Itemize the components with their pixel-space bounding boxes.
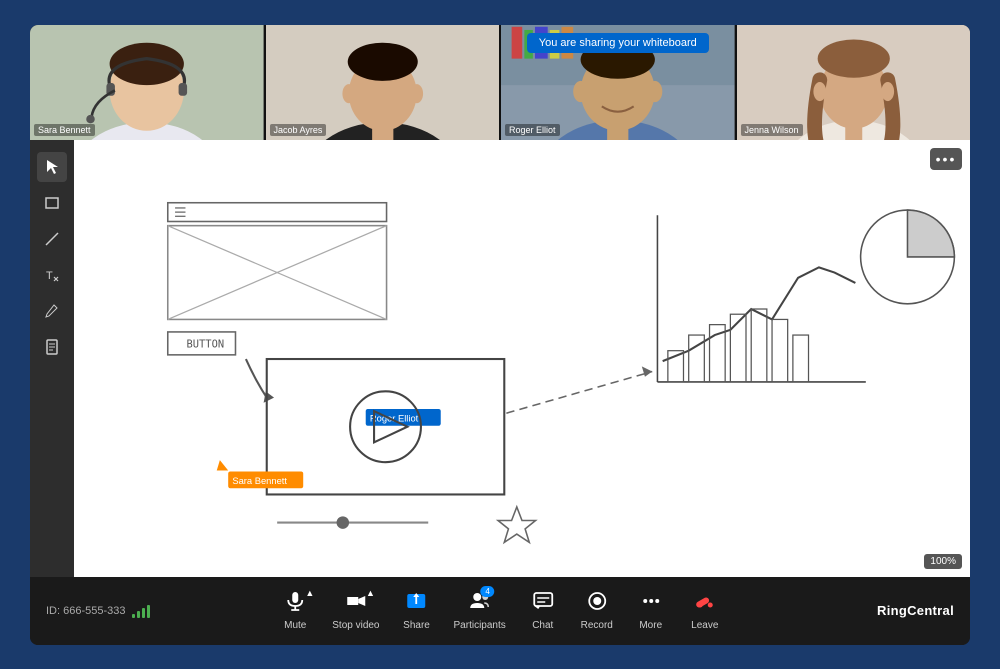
tool-pen[interactable] bbox=[37, 296, 67, 326]
main-window: Sara Bennett Jacob Ayres bbox=[30, 25, 970, 645]
leave-icon bbox=[694, 590, 716, 618]
signal-bar-2 bbox=[137, 611, 140, 618]
participants-badge: 4 bbox=[481, 586, 495, 597]
svg-text:BUTTON: BUTTON bbox=[187, 338, 225, 350]
whiteboard-canvas[interactable]: BUTTON Roger Elliot Sara Bennett bbox=[74, 140, 970, 577]
stop-video-icon: ▲ bbox=[345, 590, 367, 618]
tool-rectangle[interactable] bbox=[37, 188, 67, 218]
ringcentral-logo: RingCentral bbox=[877, 603, 954, 618]
chat-icon bbox=[532, 590, 554, 618]
participant-name-roger: Roger Elliot bbox=[505, 124, 560, 136]
participant-tile-roger[interactable]: You are sharing your whiteboard Roger El… bbox=[501, 25, 735, 140]
participant-face-jenna bbox=[737, 25, 971, 140]
chat-button[interactable]: Chat bbox=[518, 586, 568, 635]
sharing-banner: You are sharing your whiteboard bbox=[527, 33, 709, 53]
stop-video-label: Stop video bbox=[332, 620, 379, 631]
zoom-indicator: 100% bbox=[924, 554, 962, 569]
tool-select[interactable] bbox=[37, 152, 67, 182]
tool-line[interactable] bbox=[37, 224, 67, 254]
share-icon bbox=[406, 590, 428, 618]
meeting-controls: ▲ Mute ▲ Stop video bbox=[270, 586, 730, 635]
tool-document[interactable] bbox=[37, 332, 67, 362]
participants-label: Participants bbox=[454, 620, 506, 631]
stop-video-button[interactable]: ▲ Stop video bbox=[324, 586, 387, 635]
participant-name-sara: Sara Bennett bbox=[34, 124, 95, 136]
mute-button[interactable]: ▲ Mute bbox=[270, 586, 320, 635]
participants-button[interactable]: 4 Participants bbox=[446, 586, 514, 635]
leave-button[interactable]: Leave bbox=[680, 586, 730, 635]
svg-text:Sara Bennett: Sara Bennett bbox=[232, 476, 287, 486]
drawing-toolbar: T bbox=[30, 140, 74, 577]
svg-text:T: T bbox=[46, 270, 53, 282]
signal-bar-4 bbox=[147, 605, 150, 618]
svg-text:Roger Elliot: Roger Elliot bbox=[370, 413, 419, 423]
participant-tile-sara[interactable]: Sara Bennett bbox=[30, 25, 264, 140]
share-label: Share bbox=[403, 620, 430, 631]
participant-name-jenna: Jenna Wilson bbox=[741, 124, 803, 136]
record-button[interactable]: Record bbox=[572, 586, 622, 635]
more-label: More bbox=[639, 620, 662, 631]
meeting-id: ID: 666-555-333 bbox=[46, 604, 150, 618]
whiteboard-more-button[interactable]: ••• bbox=[930, 148, 962, 170]
participant-face-sara bbox=[30, 25, 264, 140]
record-label: Record bbox=[581, 620, 613, 631]
participant-face-jacob bbox=[266, 25, 500, 140]
participants-icon: 4 bbox=[469, 590, 491, 618]
signal-bars bbox=[132, 604, 150, 618]
whiteboard-drawings: BUTTON Roger Elliot Sara Bennett bbox=[74, 140, 970, 577]
more-button[interactable]: More bbox=[626, 586, 676, 635]
mute-label: Mute bbox=[284, 620, 306, 631]
chat-label: Chat bbox=[532, 620, 553, 631]
signal-bar-3 bbox=[142, 608, 145, 618]
participants-strip: Sara Bennett Jacob Ayres bbox=[30, 25, 970, 140]
bottom-bar: ID: 666-555-333 ▲ bbox=[30, 577, 970, 645]
leave-label: Leave bbox=[691, 620, 718, 631]
participant-tile-jenna[interactable]: Jenna Wilson bbox=[737, 25, 971, 140]
participant-name-jacob: Jacob Ayres bbox=[270, 124, 327, 136]
share-button[interactable]: Share bbox=[392, 586, 442, 635]
more-icon bbox=[640, 590, 662, 618]
record-icon bbox=[586, 590, 608, 618]
participant-tile-jacob[interactable]: Jacob Ayres bbox=[266, 25, 500, 140]
tool-text[interactable]: T bbox=[37, 260, 67, 290]
signal-bar-1 bbox=[132, 614, 135, 618]
mute-icon: ▲ bbox=[284, 590, 306, 618]
whiteboard-area: T bbox=[30, 140, 970, 577]
